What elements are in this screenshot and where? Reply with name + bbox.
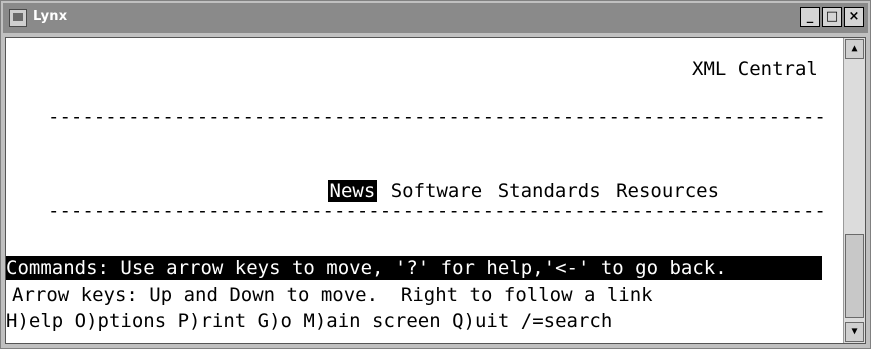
title-bar[interactable]: Lynx _ □ × (3, 3, 868, 33)
minimize-button[interactable]: _ (800, 7, 820, 27)
terminal-content: XML Central ----------------------------… (6, 38, 843, 343)
vertical-scrollbar[interactable]: ▲ ▼ (843, 38, 865, 343)
arrow-down-icon[interactable]: ▼ (845, 322, 864, 342)
maximize-button[interactable]: □ (822, 7, 842, 27)
close-button[interactable]: × (844, 7, 864, 27)
help-line-commands: H)elp O)ptions P)rint G)o M)ain screen Q… (6, 310, 613, 332)
site-title: XML Central (692, 58, 818, 80)
rule-divider-bottom: ----------------------------------------… (48, 200, 826, 222)
lynx-window: Lynx _ □ × XML Central -----------------… (0, 0, 871, 349)
commands-status-line: Commands: Use arrow keys to move, '?' fo… (6, 256, 822, 280)
terminal-client-area: XML Central ----------------------------… (5, 37, 866, 344)
arrow-up-icon[interactable]: ▲ (845, 39, 864, 59)
lynx-app-icon[interactable] (9, 9, 27, 27)
rule-divider-top: ----------------------------------------… (48, 106, 826, 128)
window-title: Lynx (33, 9, 68, 24)
help-line-arrow-keys: Arrow keys: Up and Down to move. Right t… (12, 284, 653, 306)
scroll-thumb[interactable] (845, 234, 864, 318)
